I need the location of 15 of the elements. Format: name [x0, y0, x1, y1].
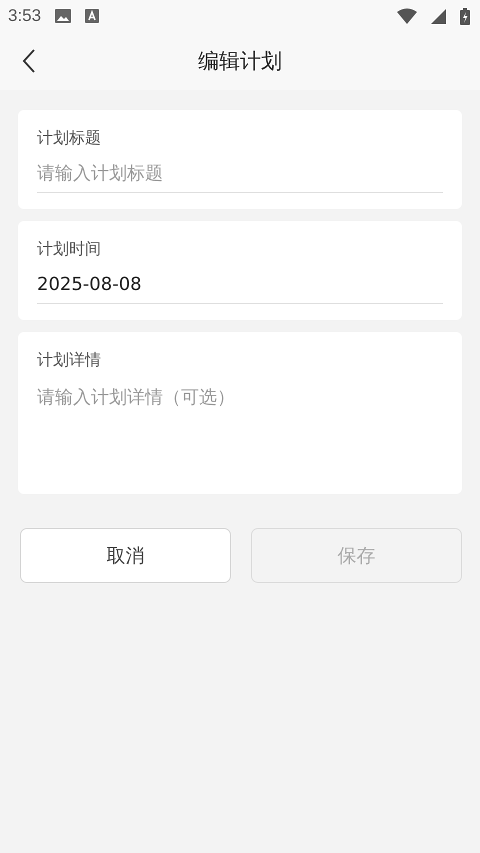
image-icon [55, 9, 72, 23]
wifi-icon [397, 8, 417, 24]
chevron-left-icon [22, 48, 36, 74]
field-label: 计划详情 [37, 350, 102, 371]
details-field[interactable]: 计划详情 请输入计划详情（可选） [18, 332, 462, 494]
signal-icon [431, 8, 446, 24]
page-title: 编辑计划 [198, 48, 282, 75]
field-label: 计划时间 [37, 239, 102, 260]
input-field[interactable]: 计划时间 2025-08-08 [18, 221, 462, 320]
battery-icon [460, 8, 470, 24]
cancel-button[interactable]: 取消 [20, 528, 231, 583]
field-label: 计划标题 [37, 128, 102, 149]
text-icon [85, 9, 100, 23]
input-field[interactable]: 计划标题 请输入计划标题 [18, 110, 462, 209]
status-time: 3:53 [8, 6, 42, 26]
